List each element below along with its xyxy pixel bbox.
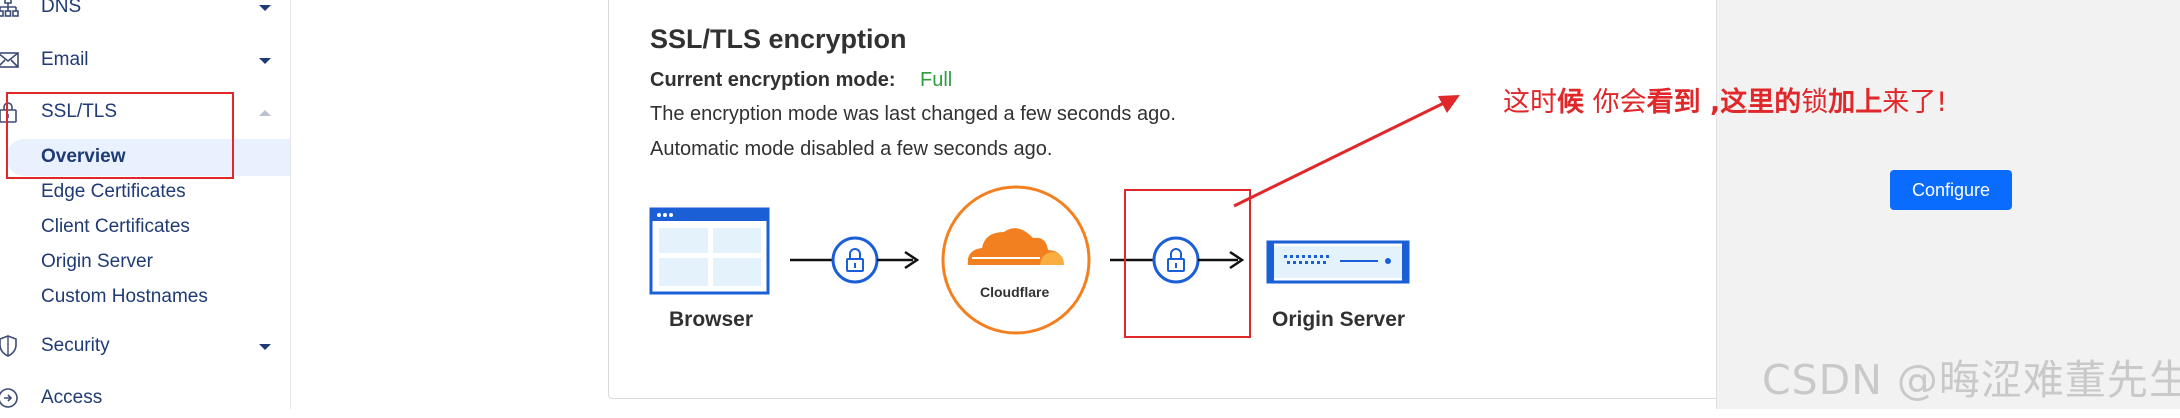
annotation-part: 里的 bbox=[1747, 87, 1802, 118]
configure-button[interactable]: Configure bbox=[1890, 170, 2012, 210]
origin-server-icon bbox=[1266, 240, 1410, 284]
cloudflare-to-origin-link bbox=[1110, 236, 1245, 284]
annotation-part: 你会 bbox=[1584, 87, 1647, 118]
browser-icon bbox=[649, 207, 770, 295]
annotation-arrow bbox=[1233, 95, 1460, 208]
browser-label: Browser bbox=[669, 308, 754, 331]
annotation-text: 这时候 你会看到 ,这里的锁加上来了! bbox=[1503, 80, 1947, 119]
annotation-part: 来了! bbox=[1882, 87, 1948, 118]
annotation-part: ,这 bbox=[1700, 87, 1748, 118]
cloudflare-logo bbox=[941, 185, 1091, 335]
cloudflare-label: Cloudflare bbox=[980, 284, 1050, 300]
origin-server-label: Origin Server bbox=[1272, 308, 1406, 331]
annotation-part: 看到 bbox=[1646, 87, 1701, 118]
watermark: CSDN @晦涩难董先生 bbox=[1762, 356, 2180, 404]
annotation-part: 锁 bbox=[1801, 87, 1829, 118]
browser-to-cloudflare-link bbox=[790, 236, 920, 284]
annotation-part: 候 bbox=[1557, 87, 1584, 118]
annotation-part: 加上 bbox=[1828, 87, 1883, 118]
annotation-part: 这时 bbox=[1503, 87, 1557, 118]
